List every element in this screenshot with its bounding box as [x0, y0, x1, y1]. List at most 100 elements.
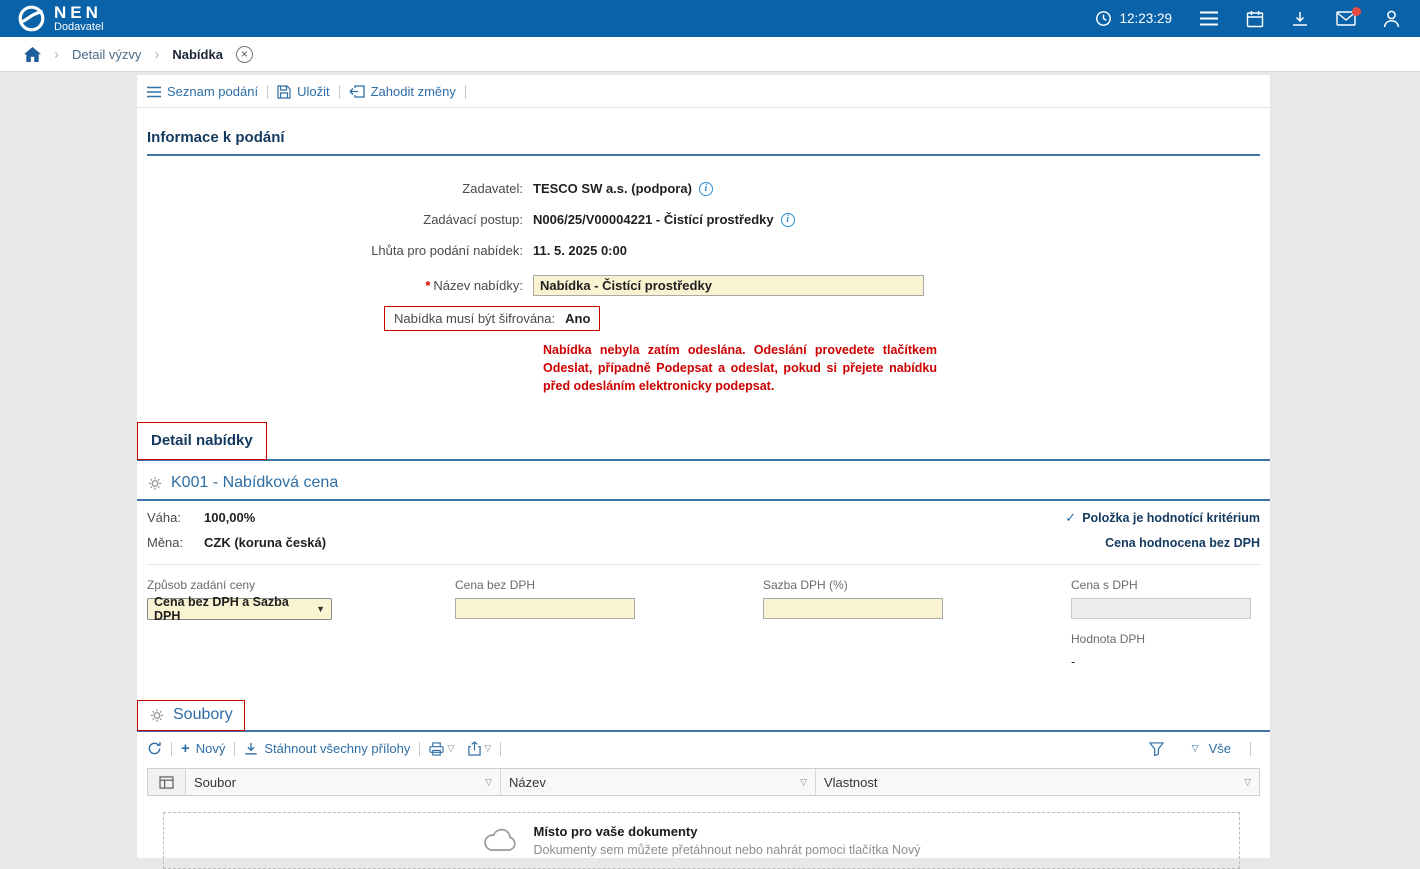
seznam-podani-button[interactable]: Seznam podání: [147, 84, 258, 99]
close-tab-icon[interactable]: ×: [236, 46, 253, 63]
toolbar-separator: [339, 85, 340, 99]
mena-row: Měna: CZK (koruna česká) Cena hodnocena …: [147, 530, 1260, 555]
vse-dropdown-icon[interactable]: ▽: [1192, 743, 1199, 754]
menu-button[interactable]: [1199, 11, 1219, 26]
price-fields: Způsob zadání ceny Cena bez DPH a Sazba …: [137, 565, 1270, 669]
column-filter-icon[interactable]: ▽: [485, 777, 492, 788]
zpusob-zadani-select[interactable]: Cena bez DPH a Sazba DPH ▼: [147, 598, 332, 620]
k001-summary: Váha: 100,00% ✓ Položka je hodnotící kri…: [137, 501, 1270, 555]
files-table-header: Soubor ▽ Název ▽ Vlastnost ▽: [147, 768, 1260, 796]
column-header-vlastnost[interactable]: Vlastnost ▽: [816, 769, 1259, 795]
sifrovana-label: Nabídka musí být šifrována:: [394, 311, 555, 326]
download-icon: [244, 742, 258, 756]
mena-value: CZK (koruna česká): [204, 535, 326, 550]
zadavaci-postup-value: N006/25/V00004221 - Čistící prostředky: [533, 212, 774, 227]
lhuta-row: Lhůta pro podání nabídek: 11. 5. 2025 0:…: [147, 235, 1260, 266]
brand-name: NEN: [54, 4, 104, 22]
breadcrumb: › Detail výzvy › Nabídka ×: [0, 37, 1420, 72]
table-settings-button[interactable]: [148, 769, 186, 795]
hodnota-dph-label: Hodnota DPH: [1071, 632, 1260, 646]
soubory-section: Soubory + Nový: [137, 700, 1270, 869]
clock: 12:23:29: [1095, 10, 1172, 27]
k001-title: K001 - Nabídková cena: [171, 474, 338, 492]
download-button[interactable]: [1291, 10, 1309, 28]
content-panel: Seznam podání Uložit: [137, 75, 1270, 858]
zadavaci-postup-row: Zadávací postup: N006/25/V00004221 - Čis…: [147, 204, 1260, 235]
zpusob-zadani-field: Způsob zadání ceny Cena bez DPH a Sazba …: [147, 578, 455, 669]
section-title-informace: Informace k podání: [147, 129, 1260, 146]
topbar: NEN Dodavatel 12:23:29: [0, 0, 1420, 37]
toolbar-separator: [171, 742, 172, 756]
k001-header: K001 - Nabídková cena: [137, 461, 1270, 500]
detail-nabidky-section: Detail nabídky K001 - Nabídková cena Váh…: [137, 422, 1270, 669]
breadcrumb-chevron-icon: ›: [54, 47, 59, 62]
file-dropzone[interactable]: Místo pro vaše dokumenty Dokumenty sem m…: [163, 812, 1240, 869]
filter-button[interactable]: [1149, 742, 1164, 756]
info-icon[interactable]: i: [781, 213, 795, 227]
vaha-row: Váha: 100,00% ✓ Položka je hodnotící kri…: [147, 505, 1260, 530]
check-icon: ✓: [1065, 510, 1076, 526]
toolbar-separator: [267, 85, 268, 99]
lhuta-label: Lhůta pro podání nabídek:: [147, 243, 533, 258]
breadcrumb-detail-vyzvy[interactable]: Detail výzvy: [72, 47, 141, 62]
toolbar-separator: [234, 742, 235, 756]
zadavatel-value: TESCO SW a.s. (podpora): [533, 181, 692, 196]
print-button[interactable]: ▽: [429, 742, 454, 756]
form-toolbar: Seznam podání Uložit: [137, 75, 1270, 108]
column-filter-icon[interactable]: ▽: [800, 777, 807, 788]
soubory-title: Soubory: [173, 706, 233, 724]
files-toolbar: + Nový Stáhnout všechny přílohy: [137, 732, 1270, 763]
cena-bez-dph-input[interactable]: [455, 598, 635, 619]
vse-filter-button[interactable]: Vše: [1209, 741, 1231, 756]
cena-s-dph-label: Cena s DPH: [1071, 578, 1260, 592]
info-icon[interactable]: i: [699, 182, 713, 196]
gear-icon: [149, 708, 165, 723]
column-filter-icon[interactable]: ▽: [1244, 777, 1251, 788]
sifrovana-value: Ano: [565, 311, 590, 326]
sazba-dph-input[interactable]: [763, 598, 943, 619]
user-button[interactable]: [1383, 10, 1400, 28]
toolbar-separator: [500, 742, 501, 756]
column-header-nazev[interactable]: Název ▽: [501, 769, 816, 795]
section-rule: [147, 154, 1260, 156]
zpusob-zadani-label: Způsob zadání ceny: [147, 578, 455, 592]
notification-dot: [1352, 7, 1361, 16]
breadcrumb-chevron-icon: ›: [154, 47, 159, 62]
user-icon: [1383, 10, 1400, 28]
chevron-down-icon: ▼: [316, 604, 325, 614]
refresh-button[interactable]: [147, 741, 162, 756]
home-icon[interactable]: [24, 47, 41, 62]
export-button[interactable]: ▽: [468, 741, 491, 756]
section-title-detail: Detail nabídky: [151, 432, 253, 449]
ulozit-button[interactable]: Uložit: [277, 84, 330, 99]
cena-bez-dph-field: Cena bez DPH: [455, 578, 763, 669]
kriterium-note: ✓ Položka je hodnotící kritérium: [1065, 510, 1260, 526]
zpusob-zadani-selected: Cena bez DPH a Sazba DPH: [154, 595, 316, 623]
toolbar-separator: [1250, 742, 1251, 756]
sifrovana-row: Nabídka musí být šifrována: Ano: [384, 306, 1260, 331]
sazba-dph-label: Sazba DPH (%): [763, 578, 1071, 592]
cena-s-dph-field: Cena s DPH Hodnota DPH -: [1071, 578, 1260, 669]
nazev-nabidky-input[interactable]: [533, 275, 924, 296]
zadavatel-label: Zadavatel:: [147, 181, 533, 196]
cloud-upload-icon: [482, 828, 518, 854]
column-header-soubor[interactable]: Soubor ▽: [186, 769, 501, 795]
required-mark: *: [425, 278, 430, 293]
stahnout-prilohy-button[interactable]: Stáhnout všechny přílohy: [244, 741, 410, 756]
funnel-icon: [1149, 742, 1164, 756]
nazev-nabidky-label: *Název nabídky:: [147, 278, 533, 293]
calendar-button[interactable]: [1246, 10, 1264, 28]
brand[interactable]: NEN Dodavatel: [18, 4, 104, 34]
messages-button[interactable]: [1336, 11, 1356, 26]
sifrovana-highlight-box: Nabídka musí být šifrována: Ano: [384, 306, 600, 331]
zahodit-zmeny-button[interactable]: Zahodit změny: [349, 84, 456, 99]
novy-button[interactable]: + Nový: [181, 741, 225, 756]
detail-nabidky-highlight-box: Detail nabídky: [137, 422, 267, 460]
hodnota-dph-field: Hodnota DPH -: [1071, 632, 1260, 669]
export-dropdown-icon: ▽: [484, 743, 491, 754]
hodnota-dph-value: -: [1071, 654, 1260, 669]
list-icon: [147, 86, 161, 98]
nazev-nabidky-row: *Název nabídky:: [147, 270, 1260, 301]
toolbar-separator: [419, 742, 420, 756]
soubory-highlight-box: Soubory: [137, 700, 245, 731]
